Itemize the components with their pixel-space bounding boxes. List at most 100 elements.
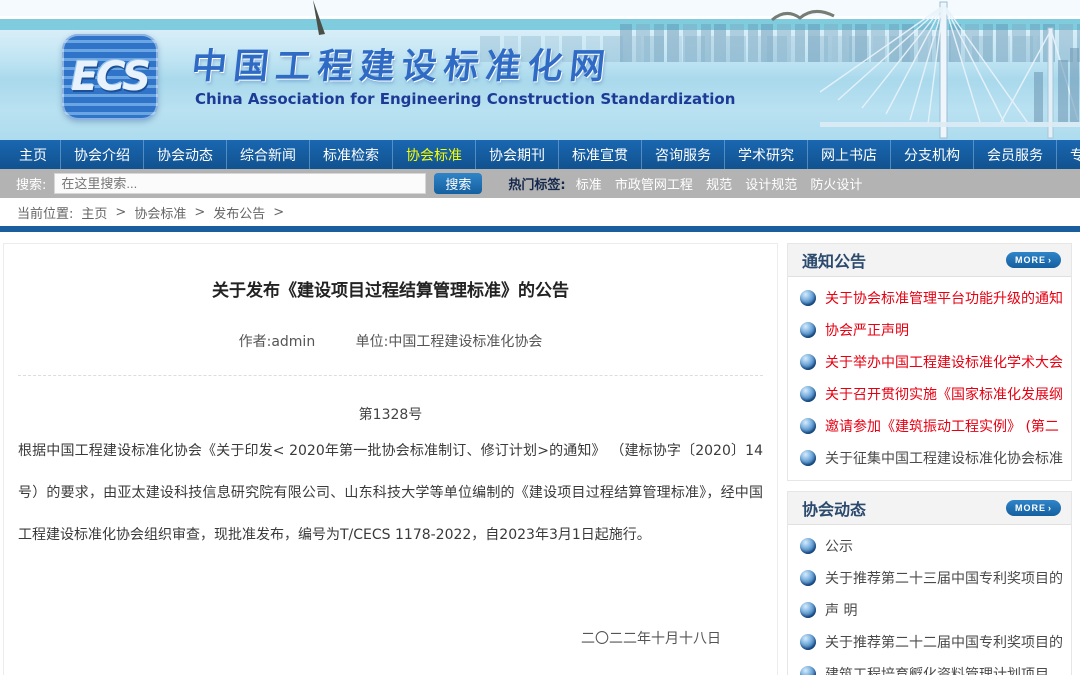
breadcrumb-label: 当前位置: [17,203,73,222]
list-item-label: 声 明 [825,600,857,620]
list-item[interactable]: 关于召开贯彻实施《国家标准化发展纲 [800,378,1063,410]
globe-icon [800,538,816,554]
list-item-label: 关于推荐第二十二届中国专利奖项目的 [825,632,1063,652]
nav-item-branches[interactable]: 分支机构 [891,140,974,169]
arrow-right-icon: › [1048,255,1052,265]
hot-tags-label: 热门标签: [508,178,565,193]
search-bar: 搜索: 搜索 热门标签: 标准 市政管网工程 规范 设计规范 防火设计 [0,169,1080,198]
search-button[interactable]: 搜索 [434,173,482,194]
list-item-label: 建筑工程培育孵化资料管理计划项目 [825,664,1049,675]
search-input[interactable] [54,173,426,194]
list-item[interactable]: 协会严正声明 [800,314,1063,346]
globe-icon [800,418,816,434]
breadcrumb-separator: > [273,205,284,220]
nav-item-general-news[interactable]: 综合新闻 [227,140,310,169]
article-date: 二〇二二年十月十八日 [18,628,763,648]
nav-item-home[interactable]: 主页 [6,140,61,169]
notice-header: 通知公告 MORE › [788,244,1071,277]
list-item-label: 邀请参加《建筑振动工程实例》 (第二 [825,416,1059,436]
list-item[interactable]: 关于举办中国工程建设标准化学术大会 [800,346,1063,378]
article-doc-number: 第1328号 [18,404,763,424]
main-nav: 主页 协会介绍 协会动态 综合新闻 标准检索 协会标准 协会期刊 标准宣贯 咨询… [0,140,1080,169]
nav-item-member-services[interactable]: 会员服务 [974,140,1057,169]
hot-tag[interactable]: 规范 [706,178,732,193]
bridge-graphic [820,0,1080,140]
article-title: 关于发布《建设项目过程结算管理标准》的公告 [18,276,763,301]
article-meta: 作者:admin 单位:中国工程建设标准化协会 [18,331,763,351]
nav-item-association-standards[interactable]: 协会标准 [393,140,476,169]
list-item[interactable]: 建筑工程培育孵化资料管理计划项目 [800,658,1063,675]
nav-item-standard-promotion[interactable]: 标准宣贯 [559,140,642,169]
ecs-logo[interactable]: ECS [62,34,158,120]
breadcrumb-separator: > [194,205,205,220]
notice-list: 关于协会标准管理平台功能升级的通知 协会严正声明 关于举办中国工程建设标准化学术… [788,277,1071,480]
globe-icon [800,450,816,466]
article-unit: 单位:中国工程建设标准化协会 [356,334,543,350]
globe-icon [800,634,816,650]
nav-item-journal[interactable]: 协会期刊 [476,140,559,169]
nav-item-consulting[interactable]: 咨询服务 [642,140,725,169]
more-label: MORE [1015,255,1046,265]
nav-item-association-news[interactable]: 协会动态 [144,140,227,169]
more-label: MORE [1015,503,1046,513]
site-title: 中国工程建设标准化网 [189,38,614,89]
arrow-right-icon: › [1048,503,1052,513]
nav-item-experts[interactable]: 专家库 [1057,140,1080,169]
news-box: 协会动态 MORE › 公示 关于推荐第二十三届中国专利奖项目的 声 明 [787,491,1072,675]
nav-item-academic-research[interactable]: 学术研究 [725,140,808,169]
content-area: 关于发布《建设项目过程结算管理标准》的公告 作者:admin 单位:中国工程建设… [0,232,1080,675]
list-item[interactable]: 关于协会标准管理平台功能升级的通知 [800,282,1063,314]
news-header: 协会动态 MORE › [788,492,1071,525]
hot-tags: 热门标签: 标准 市政管网工程 规范 设计规范 防火设计 [508,174,871,193]
list-item[interactable]: 关于征集中国工程建设标准化协会标准 [800,442,1063,474]
list-item[interactable]: 邀请参加《建筑振动工程实例》 (第二 [800,410,1063,442]
hot-tag[interactable]: 市政管网工程 [615,178,693,193]
globe-icon [800,322,816,338]
nav-item-standard-search[interactable]: 标准检索 [310,140,393,169]
article-panel: 关于发布《建设项目过程结算管理标准》的公告 作者:admin 单位:中国工程建设… [3,243,778,675]
site-subtitle: China Association for Engineering Constr… [195,90,735,108]
article-author: 作者:admin [239,334,316,350]
list-item-label: 关于召开贯彻实施《国家标准化发展纲 [825,384,1063,404]
breadcrumb: 当前位置: 主页 > 协会标准 > 发布公告 > [0,198,1080,226]
nav-item-bookstore[interactable]: 网上书店 [808,140,891,169]
breadcrumb-separator: > [115,205,126,220]
list-item[interactable]: 关于推荐第二十二届中国专利奖项目的 [800,626,1063,658]
globe-icon [800,666,816,675]
list-item-label: 关于举办中国工程建设标准化学术大会 [825,352,1063,372]
notice-box: 通知公告 MORE › 关于协会标准管理平台功能升级的通知 协会严正声明 关于举 [787,243,1072,481]
breadcrumb-announcements[interactable]: 发布公告 [213,203,265,222]
news-more-button[interactable]: MORE › [1006,500,1061,516]
header-banner: ECS 中国工程建设标准化网 China Association for Eng… [0,0,1080,140]
list-item-label: 公示 [825,536,853,556]
seagull-icon [295,0,355,40]
list-item-label: 关于协会标准管理平台功能升级的通知 [825,288,1063,308]
list-item[interactable]: 公示 [800,530,1063,562]
notice-more-button[interactable]: MORE › [1006,252,1061,268]
ecs-logo-text: ECS [71,54,149,100]
list-item[interactable]: 声 明 [800,594,1063,626]
list-item-label: 协会严正声明 [825,320,909,340]
article-body: 根据中国工程建设标准化协会《关于印发< 2020年第一批协会标准制订、修订计划>… [18,430,763,556]
hot-tag[interactable]: 防火设计 [810,178,862,193]
nav-item-about[interactable]: 协会介绍 [61,140,144,169]
notice-title: 通知公告 [802,248,866,272]
news-title: 协会动态 [802,496,866,520]
seagull-icon [770,6,840,30]
globe-icon [800,354,816,370]
sidebar: 通知公告 MORE › 关于协会标准管理平台功能升级的通知 协会严正声明 关于举 [787,243,1072,675]
hot-tag[interactable]: 标准 [576,178,602,193]
list-item-label: 关于推荐第二十三届中国专利奖项目的 [825,568,1063,588]
news-list: 公示 关于推荐第二十三届中国专利奖项目的 声 明 关于推荐第二十二届中国专利奖项… [788,525,1071,675]
globe-icon [800,386,816,402]
globe-icon [800,602,816,618]
breadcrumb-standards[interactable]: 协会标准 [134,203,186,222]
dashed-divider [18,375,763,376]
hot-tag[interactable]: 设计规范 [745,178,797,193]
globe-icon [800,290,816,306]
breadcrumb-home[interactable]: 主页 [81,203,107,222]
list-item-label: 关于征集中国工程建设标准化协会标准 [825,448,1063,468]
list-item[interactable]: 关于推荐第二十三届中国专利奖项目的 [800,562,1063,594]
search-label: 搜索: [16,174,46,193]
globe-icon [800,570,816,586]
